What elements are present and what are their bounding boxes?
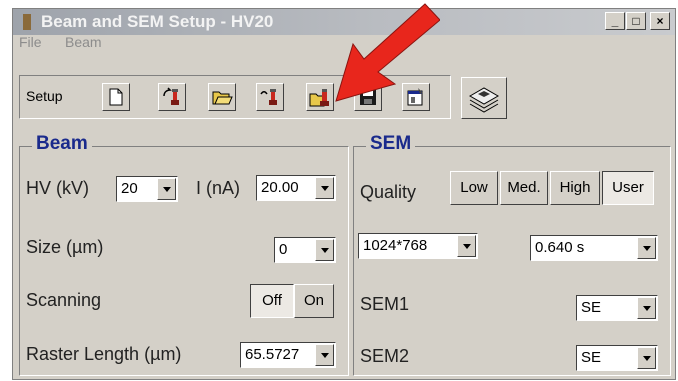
sem1-dropdown-button[interactable]	[637, 297, 656, 319]
beam-group: Beam HV (kV) 20 I (nA) 20.00 Size (µm) 0…	[19, 133, 349, 376]
sem2-dropdown-button[interactable]	[637, 347, 656, 369]
resolution-dropdown[interactable]: 1024*768	[358, 233, 478, 259]
raster-length-dropdown[interactable]: 65.5727	[240, 342, 336, 368]
sem1-label: SEM1	[360, 294, 410, 314]
load-beam-icon	[163, 87, 179, 105]
menu-beam[interactable]: Beam	[65, 34, 102, 50]
hv-label: HV (kV)	[26, 178, 89, 198]
chevron-down-icon	[162, 186, 171, 192]
sem-group: SEM Quality Low Med. High User 1024*768 …	[353, 133, 671, 376]
open-button[interactable]	[208, 83, 236, 111]
load-beam-button[interactable]	[158, 83, 186, 111]
beam-group-title: Beam	[32, 133, 92, 155]
hv-dropdown[interactable]: 20	[116, 176, 178, 202]
new-file-icon	[109, 88, 123, 106]
scan-time-dropdown-button[interactable]	[637, 237, 656, 259]
close-button[interactable]: ×	[650, 12, 670, 30]
chevron-down-icon	[642, 305, 651, 311]
acquire-image-button[interactable]	[461, 77, 507, 119]
quality-low-button[interactable]: Low	[450, 171, 498, 205]
new-button[interactable]	[102, 83, 130, 111]
open-folder-icon	[212, 91, 233, 105]
maximize-button[interactable]: □	[626, 12, 646, 30]
raster-length-value: 65.5727	[245, 346, 300, 363]
resolution-value: 1024*768	[363, 237, 428, 254]
chevron-down-icon	[642, 355, 651, 361]
chevron-down-icon	[320, 247, 329, 253]
sem2-dropdown[interactable]: SE	[576, 345, 658, 371]
scan-time-dropdown[interactable]: 0.640 s	[530, 235, 658, 261]
quality-med-button[interactable]: Med.	[500, 171, 548, 205]
size-dropdown-button[interactable]	[315, 239, 334, 261]
quality-user-button[interactable]: User	[602, 171, 654, 205]
raster-length-label: Raster Length (µm)	[26, 344, 182, 364]
raster-length-dropdown-button[interactable]	[315, 344, 334, 366]
scanning-on-button[interactable]: On	[294, 284, 334, 318]
current-dropdown-button[interactable]	[315, 177, 334, 199]
size-label: Size (µm)	[26, 237, 104, 257]
chevron-down-icon	[462, 243, 471, 249]
scanning-off-button[interactable]: Off	[250, 284, 294, 318]
resolution-dropdown-button[interactable]	[457, 235, 476, 257]
chevron-down-icon	[320, 185, 329, 191]
window-title: Beam and SEM Setup - HV20	[41, 12, 274, 31]
scan-time-value: 0.640 s	[535, 239, 585, 256]
minimize-button[interactable]: _	[605, 12, 625, 30]
menu-file[interactable]: File	[19, 34, 42, 50]
size-value: 0	[279, 241, 288, 258]
sem-group-title: SEM	[366, 133, 416, 155]
red-arrow-icon	[335, 3, 440, 102]
current-value: 20.00	[261, 179, 299, 196]
hv-value: 20	[121, 180, 138, 197]
current-dropdown[interactable]: 20.00	[256, 175, 336, 201]
chevron-down-icon	[642, 245, 651, 251]
app-icon	[23, 14, 31, 30]
scanning-label: Scanning	[26, 290, 102, 310]
quality-label: Quality	[360, 182, 417, 202]
save-beam-button[interactable]	[256, 83, 284, 111]
size-dropdown[interactable]: 0	[274, 237, 336, 263]
sem1-dropdown[interactable]: SE	[576, 295, 658, 321]
chevron-down-icon	[320, 352, 329, 358]
sem2-value: SE	[581, 349, 602, 366]
toolbar-label: Setup	[26, 88, 63, 104]
quality-high-button[interactable]: High	[550, 171, 600, 205]
save-beam-icon	[260, 89, 277, 105]
current-label: I (nA)	[196, 178, 241, 198]
image-stack-icon	[468, 87, 500, 113]
sem1-value: SE	[581, 299, 602, 316]
hv-dropdown-button[interactable]	[157, 178, 176, 200]
sem2-label: SEM2	[360, 346, 410, 366]
